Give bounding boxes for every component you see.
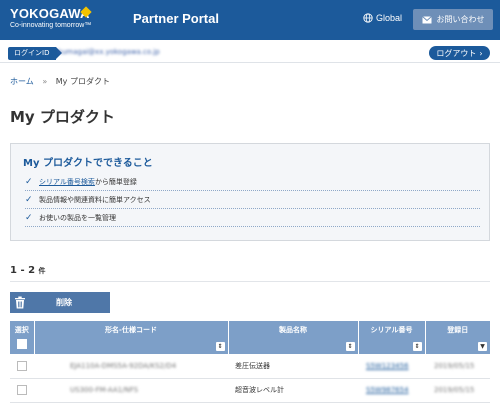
feature-info-box: My プロダクトでできること ✓ シリアル番号検索から簡単登録 ✓ 製品情報や関…	[10, 143, 490, 241]
breadcrumb-separator: »	[42, 77, 48, 86]
login-email: kumagai@xx.yokogawa.co.jp	[58, 48, 160, 56]
serial-number-link[interactable]: S5W987654	[366, 386, 409, 394]
divider	[10, 281, 490, 282]
arrow-right-icon: ›	[479, 48, 483, 58]
global-link[interactable]: Global	[363, 13, 402, 23]
result-count-unit: 件	[38, 267, 46, 275]
check-icon: ✓	[25, 212, 33, 223]
login-id-label: ログインID	[8, 47, 64, 60]
col-serial[interactable]: シリアル番号 ⇕	[358, 321, 426, 354]
serial-number-link[interactable]: S5W123456	[366, 362, 409, 370]
sort-icon[interactable]: ⇕	[412, 342, 422, 351]
breadcrumb: ホーム » My プロダクト	[10, 76, 110, 87]
row-checkbox[interactable]	[17, 360, 27, 371]
list-item-text: から簡単登録	[94, 177, 137, 186]
col-select-label: 選択	[14, 326, 29, 334]
table-row: US300-FM-AA1/NFS 超音波レベル計 S5W987654 2019/…	[10, 378, 490, 403]
table-row: EJA110A-DMS5A-92DA/KS2/D4 差圧伝送器 S5W12345…	[10, 354, 490, 379]
globe-icon	[363, 13, 373, 23]
mail-icon	[421, 15, 432, 23]
logo[interactable]: YOKOGAWA	[10, 6, 90, 21]
check-icon: ✓	[25, 176, 33, 187]
login-bar: ログインID kumagai@xx.yokogawa.co.jp	[0, 43, 500, 63]
col-model[interactable]: 形名-仕様コード ⇕	[34, 321, 229, 354]
col-name-label: 製品名称	[279, 326, 307, 334]
list-item: ✓ シリアル番号検索から簡単登録	[25, 173, 480, 191]
list-item: ✓ 製品情報や関連資料に簡単アクセス	[25, 191, 480, 209]
col-date[interactable]: 登録日 ▼	[425, 321, 490, 354]
list-item: ✓ お使いの製品を一覧管理	[25, 209, 480, 227]
product-name: 超音波レベル計	[235, 386, 284, 394]
sort-icon[interactable]: ⇕	[345, 342, 355, 351]
logout-label: ログアウト	[436, 48, 477, 58]
registered-date: 2019/05/15	[434, 386, 475, 394]
model-code: EJA110A-DMS5A-92DA/KS2/D4	[70, 361, 177, 370]
registered-date: 2019/05/15	[434, 361, 475, 370]
col-model-label: 形名-仕様コード	[105, 326, 157, 334]
sort-icon[interactable]: ⇕	[215, 342, 225, 351]
table-header-row: 選択 形名-仕様コード ⇕ 製品名称 ⇕ シリアル番号 ⇕ 登録日 ▼	[10, 321, 490, 354]
contact-button[interactable]: お問い合わせ	[413, 9, 493, 30]
breadcrumb-current: My プロダクト	[55, 77, 110, 86]
serial-search-link[interactable]: シリアル番号検索	[39, 178, 95, 186]
check-icon: ✓	[25, 194, 33, 205]
result-count-range: 1 - 2	[10, 265, 36, 276]
col-select: 選択	[10, 321, 35, 354]
result-count: 1 - 2 件	[10, 265, 46, 276]
contact-label: お問い合わせ	[436, 15, 485, 24]
col-date-label: 登録日	[447, 326, 469, 334]
list-item-text: お使いの製品を一覧管理	[39, 213, 116, 222]
product-table: 選択 形名-仕様コード ⇕ 製品名称 ⇕ シリアル番号 ⇕ 登録日 ▼ EJA1…	[10, 321, 490, 403]
sort-desc-icon[interactable]: ▼	[478, 342, 487, 351]
page-title: My プロダクト	[10, 108, 115, 126]
info-heading: My プロダクトでできること	[23, 158, 153, 169]
col-name[interactable]: 製品名称 ⇕	[228, 321, 359, 354]
logo-tagline: Co-innovating tomorrow™	[10, 22, 92, 29]
delete-label: 削除	[56, 298, 72, 307]
delete-button[interactable]: 削除	[10, 292, 110, 313]
trash-icon	[15, 296, 25, 309]
list-item-text: 製品情報や関連資料に簡単アクセス	[39, 195, 151, 204]
row-checkbox[interactable]	[17, 385, 27, 395]
product-name: 差圧伝送器	[235, 361, 270, 370]
portal-title: Partner Portal	[133, 11, 219, 26]
site-header: YOKOGAWA Co-innovating tomorrow™ Partner…	[0, 0, 500, 40]
global-label: Global	[376, 13, 403, 23]
logout-button[interactable]: ログアウト ›	[429, 46, 490, 60]
model-code: US300-FM-AA1/NFS	[70, 386, 139, 394]
select-all-checkbox[interactable]	[16, 339, 27, 349]
breadcrumb-home[interactable]: ホーム	[10, 77, 34, 86]
col-serial-label: シリアル番号	[370, 326, 413, 334]
feature-list: ✓ シリアル番号検索から簡単登録 ✓ 製品情報や関連資料に簡単アクセス ✓ お使…	[25, 173, 480, 227]
